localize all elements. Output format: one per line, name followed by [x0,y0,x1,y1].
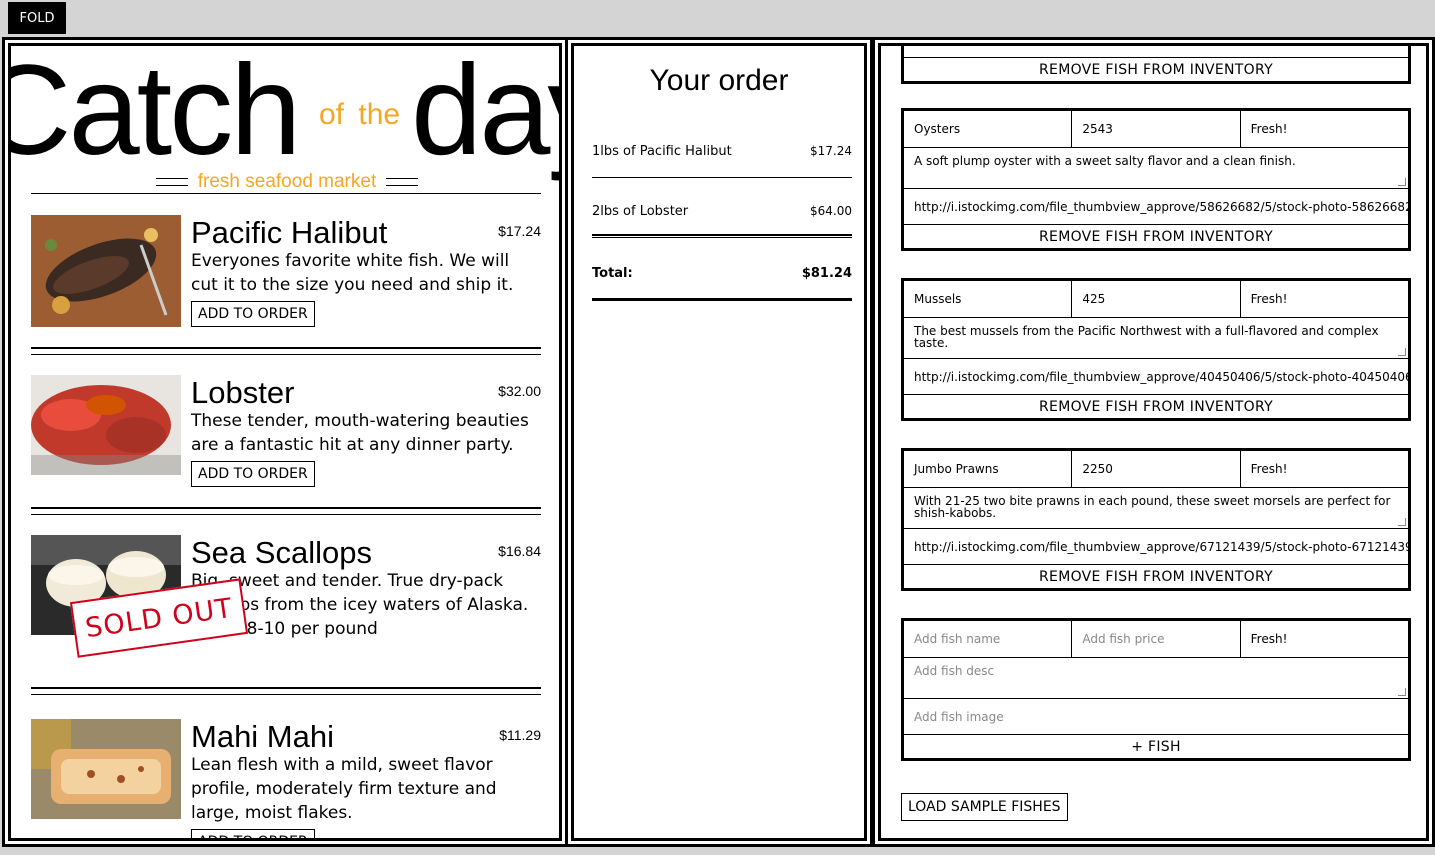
add-fish-image-input[interactable]: Add fish image [904,699,1408,735]
header-divider [31,193,541,194]
fish-image-field[interactable]: http://i.istockimg.com/file_thumbview_ap… [904,189,1408,225]
add-fish-desc-input[interactable]: Add fish desc [904,658,1408,699]
logo-catch: Catch [8,43,301,182]
fish-price-field[interactable]: 425 [1072,281,1241,317]
fold-button[interactable]: FOLD [8,2,66,34]
fish-image-field[interactable]: http://i.istockimg.com/file_thumbview_ap… [904,529,1408,565]
inventory-item: Mussels 425 Fresh! The best mussels from… [901,278,1411,421]
fish-price: $17.24 [498,223,541,239]
load-sample-fishes-button[interactable]: LOAD SAMPLE FISHES [901,793,1068,821]
add-to-order-button[interactable]: ADD TO ORDER [191,461,315,487]
remove-fish-button[interactable]: REMOVE FISH FROM INVENTORY [904,225,1408,248]
fish-price: $11.29 [499,727,541,743]
add-fish-price-input[interactable]: Add fish price [1072,621,1241,657]
menu-item: Sea Scallops $16.84 Big, sweet and tende… [31,535,541,705]
fish-price-field[interactable]: 2250 [1072,451,1241,487]
fish-desc: Lean flesh with a mild, sweet flavor pro… [191,755,497,823]
menu-inner: Catch of the day fresh seafood market [8,43,562,841]
tagline-dash-right [386,178,419,186]
order-line-text: 1lbs of Pacific Halibut [592,144,732,159]
add-fish-status-select[interactable]: Fresh! [1241,621,1408,657]
order-panel: Your order 1lbs of Pacific Halibut $17.2… [565,37,873,847]
fish-name: Sea Scallops [191,535,372,570]
menu-panel: Catch of the day fresh seafood market [2,37,568,847]
item-divider [31,687,541,695]
order-total-amount: $81.24 [801,266,852,281]
fish-desc-field[interactable]: The best mussels from the Pacific Northw… [904,318,1408,359]
halibut-image [31,215,181,327]
logo-of-the: of the [319,98,401,131]
lobster-image [31,375,181,475]
inventory-panel: REMOVE FISH FROM INVENTORY Oysters 2543 … [872,37,1435,847]
fish-name: Mahi Mahi [191,719,334,754]
fish-price: $32.00 [498,383,541,399]
fish-name-field[interactable]: Jumbo Prawns [904,451,1073,487]
tagline-dash-left [155,178,188,186]
order-line-text: 2lbs of Lobster [592,204,689,219]
fish-price-field[interactable]: 2543 [1072,111,1241,147]
remove-fish-button[interactable]: REMOVE FISH FROM INVENTORY [904,565,1408,588]
fish-status-select[interactable]: Fresh! [1241,111,1408,147]
fish-desc: These tender, mouth-watering beauties ar… [191,411,529,455]
fish-price: $16.84 [498,543,541,559]
add-to-order-button[interactable]: ADD TO ORDER [191,829,315,838]
fish-desc-field[interactable]: A soft plump oyster with a sweet salty f… [904,148,1408,189]
order-bottom-divider [592,298,852,301]
order-title: Your order [649,64,789,97]
fish-status-select[interactable]: Fresh! [1241,451,1408,487]
order-total: Total: $81.24 [592,266,852,281]
menu-item: Pacific Halibut $17.24 Everyones favorit… [31,215,541,375]
fish-name-field[interactable]: Mussels [904,281,1073,317]
fish-status-select[interactable]: Fresh! [1241,281,1408,317]
menu-item: Mahi Mahi $11.29 Lean flesh with a mild,… [31,719,541,838]
mahi-image [31,719,181,819]
order-line-item: 2lbs of Lobster $64.00 [592,198,852,238]
order-line-amount: $64.00 [810,204,852,218]
fish-desc: Everyones favorite white fish. We will c… [191,251,514,295]
remove-fish-button[interactable]: REMOVE FISH FROM INVENTORY [904,58,1408,81]
logo-day: day [411,43,559,182]
add-fish-button[interactable]: + FISH [904,735,1408,758]
order-total-label: Total: [592,266,633,281]
fish-image-field[interactable]: http://i.istockimg.com/file_thumbview_ap… [904,359,1408,395]
tagline-text: fresh seafood market [197,171,377,192]
tagline: fresh seafood market [151,170,423,194]
order-inner: Your order 1lbs of Pacific Halibut $17.2… [571,43,867,841]
fish-name: Pacific Halibut [191,215,388,250]
add-to-order-button[interactable]: ADD TO ORDER [191,301,315,327]
order-divider [592,234,852,238]
fish-name-field[interactable]: Oysters [904,111,1073,147]
inventory-item: Oysters 2543 Fresh! A soft plump oyster … [901,108,1411,251]
item-divider [31,347,541,355]
order-line-item: 1lbs of Pacific Halibut $17.24 [592,138,852,178]
order-line-amount: $17.24 [810,144,852,158]
inventory-item-partial: REMOVE FISH FROM INVENTORY [901,46,1411,84]
inventory-item: Jumbo Prawns 2250 Fresh! With 21-25 two … [901,448,1411,591]
add-fish-form: Add fish name Add fish price Fresh! Add … [901,618,1411,761]
add-fish-name-input[interactable]: Add fish name [904,621,1073,657]
fish-desc-field[interactable]: With 21-25 two bite prawns in each pound… [904,488,1408,529]
inventory-inner: REMOVE FISH FROM INVENTORY Oysters 2543 … [878,43,1429,841]
menu-item: Lobster $32.00 These tender, mouth-water… [31,375,541,535]
fish-image-field[interactable] [904,46,1408,58]
fish-name: Lobster [191,375,295,410]
remove-fish-button[interactable]: REMOVE FISH FROM INVENTORY [904,395,1408,418]
item-divider [31,507,541,515]
